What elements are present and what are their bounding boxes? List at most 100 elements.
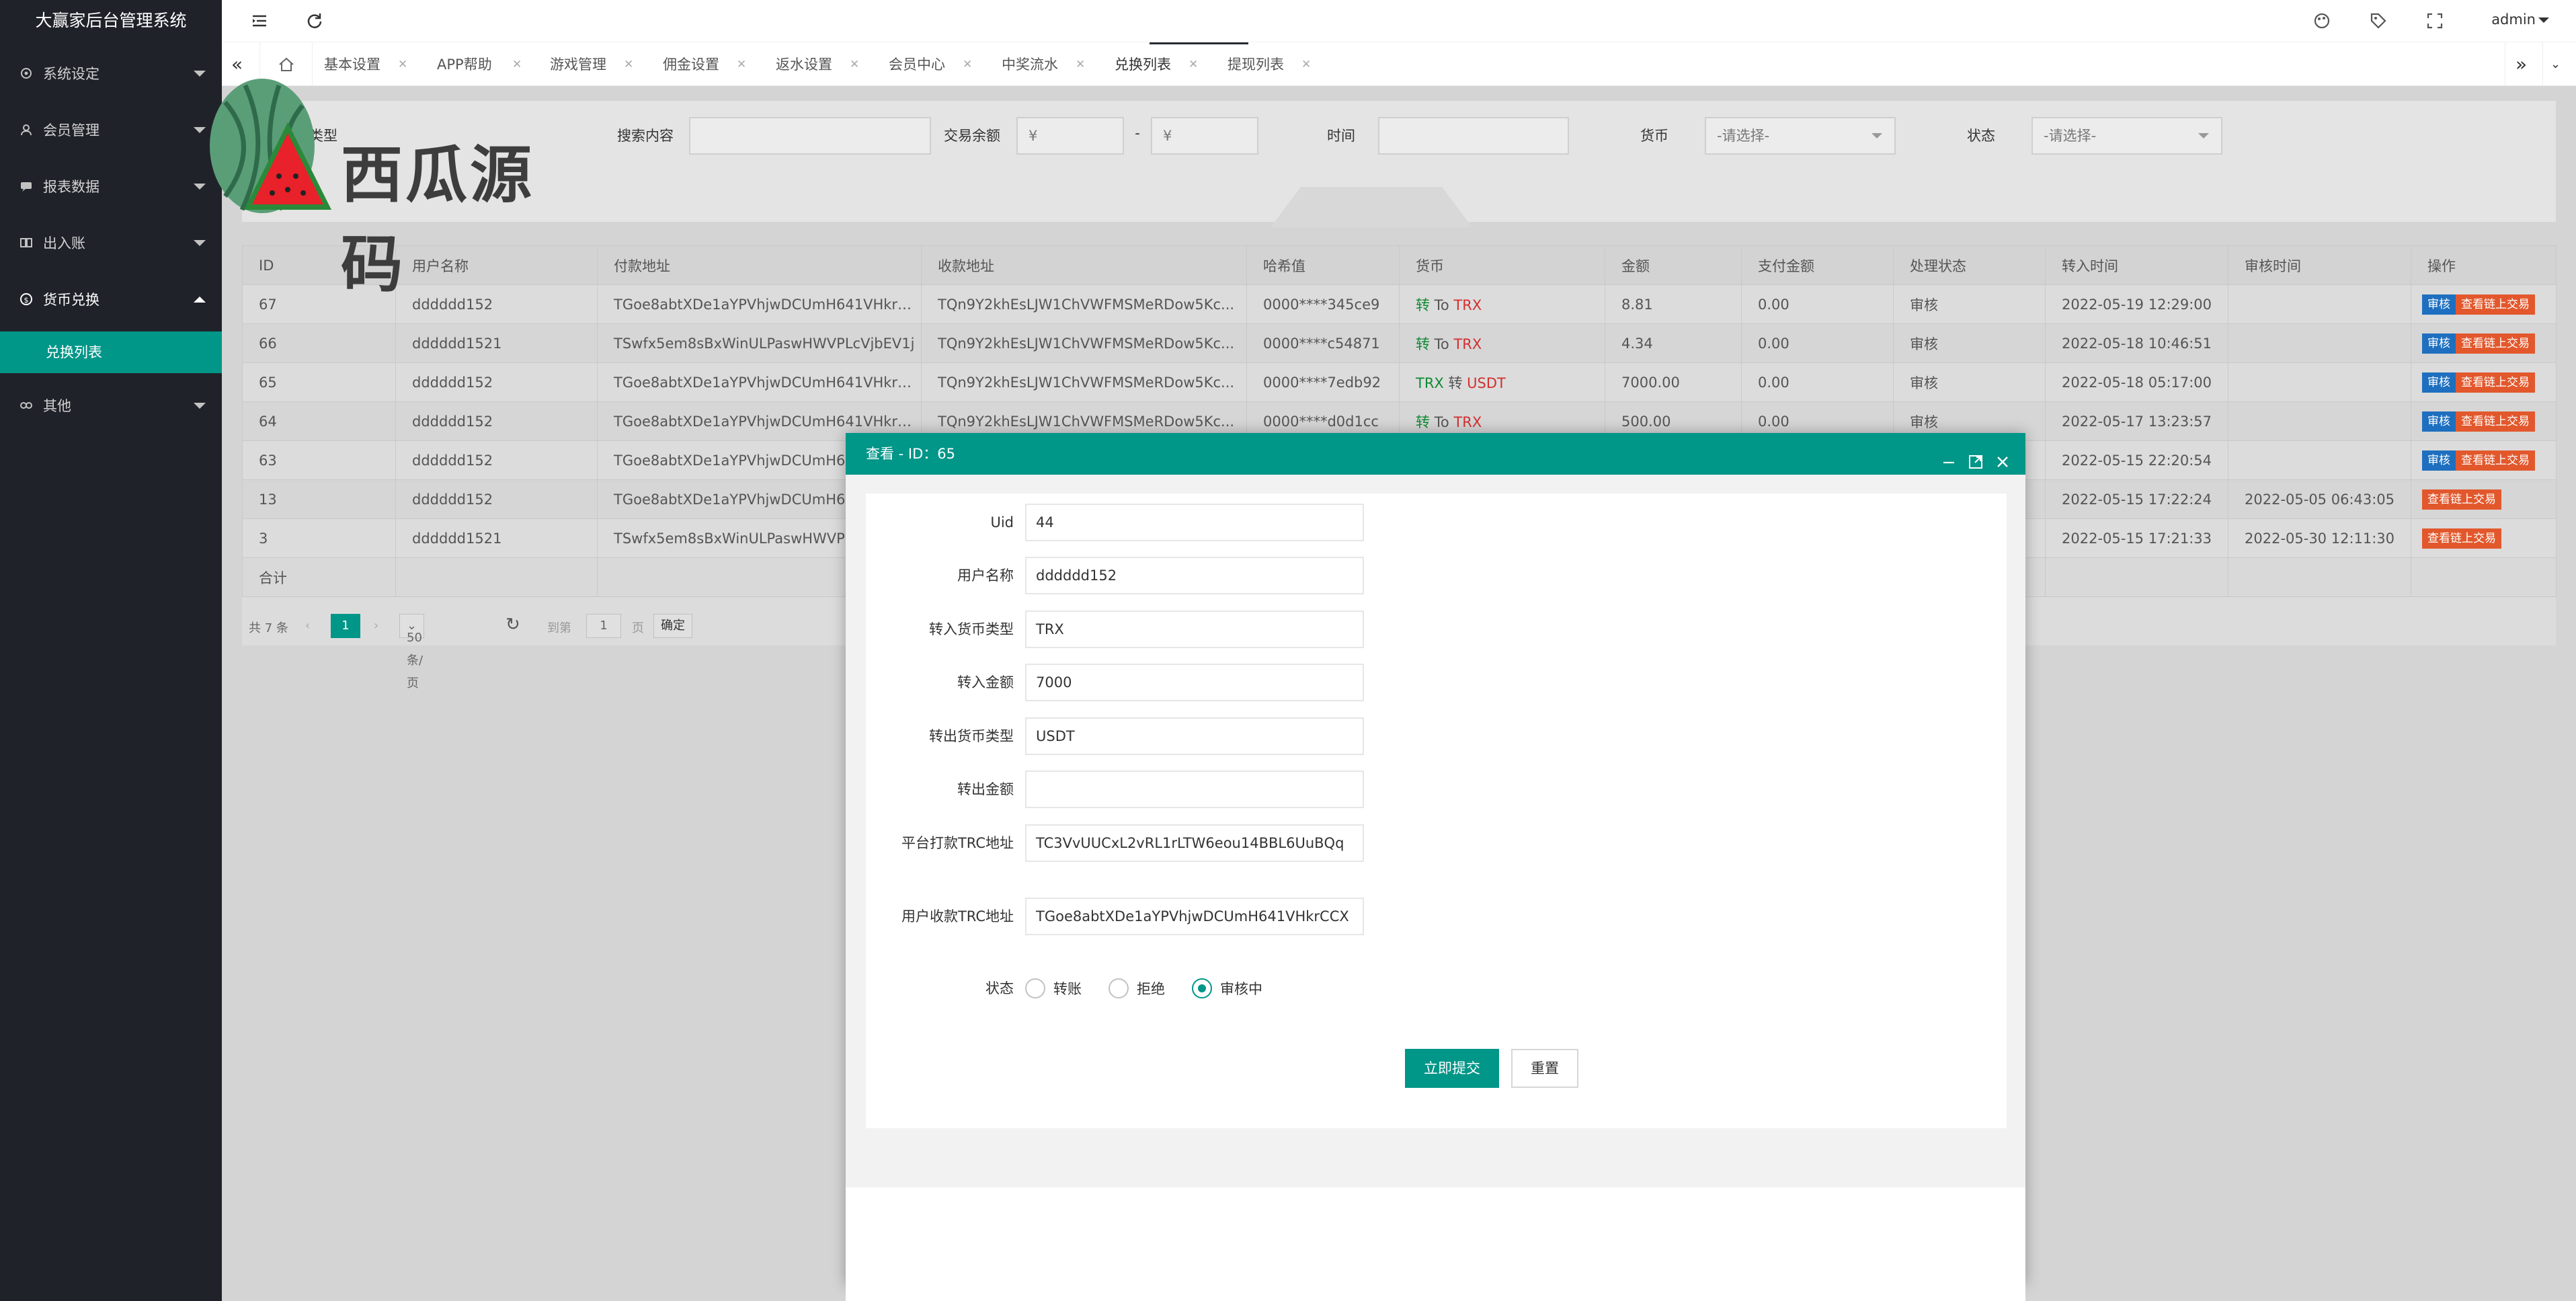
close-icon[interactable]: ✕ [1301, 42, 1311, 87]
tabs-dropdown-icon[interactable]: ⌄ [2550, 42, 2561, 87]
pager-confirm-button[interactable]: 确定 [653, 614, 692, 638]
out-currency-field[interactable]: USDT [1025, 717, 1364, 755]
close-icon[interactable]: ✕ [1189, 42, 1198, 87]
time-label: 时间 [1327, 128, 1355, 144]
currency-to: TRX [1453, 336, 1482, 352]
cell-id: 3 [242, 518, 396, 558]
platform-trc-address-field[interactable]: TC3VvUUCxL2vRL1rLTW6eou14BBL6UuBQq [1025, 824, 1364, 862]
search-button-shadow [1271, 187, 1472, 227]
review-button[interactable]: 审核 [2422, 411, 2456, 432]
minimize-icon[interactable] [1940, 445, 1958, 464]
close-icon[interactable]: ✕ [1076, 42, 1085, 87]
currency-select[interactable]: -请选择- [1705, 117, 1896, 155]
view-chain-tx-button[interactable]: 查看链上交易 [2422, 489, 2501, 510]
home-icon[interactable] [277, 55, 296, 74]
column-header[interactable]: 哈希值 [1246, 245, 1400, 285]
close-icon[interactable]: ✕ [624, 42, 633, 87]
column-header[interactable]: 金额 [1605, 245, 1742, 285]
in-currency-field[interactable]: TRX [1025, 610, 1364, 648]
tab-commission-settings[interactable]: 佣金设置 ✕ [663, 42, 746, 87]
status-select[interactable]: -请选择- [2031, 117, 2222, 155]
table-row[interactable]: 66 dddddd1521 TSwfx5em8sBxWinULPaswHWVPLcV… [242, 323, 2557, 363]
column-header[interactable]: 收款地址 [921, 245, 1247, 285]
review-button[interactable]: 审核 [2422, 450, 2456, 471]
view-chain-tx-button[interactable]: 查看链上交易 [2456, 450, 2535, 471]
user-trc-address-field[interactable]: TGoe8abtXDe1aYPVhjwDCUmH641VHkrCCX [1025, 898, 1364, 935]
column-header[interactable]: 付款地址 [597, 245, 922, 285]
fullscreen-icon[interactable] [2425, 11, 2444, 30]
pager-goto-input[interactable]: 1 [586, 614, 621, 638]
tabs-scroll-right-icon[interactable]: » [2515, 42, 2527, 87]
close-icon[interactable]: ✕ [850, 42, 859, 87]
column-header[interactable]: 转入时间 [2045, 245, 2228, 285]
amount-max-input[interactable]: ¥ [1151, 117, 1258, 155]
tab-rebate-settings[interactable]: 返水设置 ✕ [776, 42, 859, 87]
chat-icon [19, 179, 34, 194]
pager-prev-icon[interactable]: ‹ [305, 619, 310, 633]
pager-current-page[interactable]: 1 [331, 614, 360, 638]
column-header[interactable]: 支付金额 [1741, 245, 1894, 285]
table-row[interactable]: 65 dddddd152 TGoe8abtXDe1aYPVhjwDCUmH641VH… [242, 362, 2557, 402]
currency-to: TRX [1453, 413, 1482, 430]
sidebar-subitem-exchange-list[interactable]: 兑换列表 [0, 331, 222, 373]
reset-button[interactable]: 重置 [1511, 1049, 1578, 1088]
column-header[interactable]: 操作 [2411, 245, 2557, 285]
in-amount-field[interactable]: 7000 [1025, 664, 1364, 701]
amount-min-input[interactable]: ¥ [1016, 117, 1124, 155]
view-chain-tx-button[interactable]: 查看链上交易 [2456, 333, 2535, 354]
sidebar-item-members[interactable]: 会员管理 [0, 102, 222, 158]
table-cell [395, 557, 598, 597]
view-chain-tx-button[interactable]: 查看链上交易 [2456, 294, 2535, 315]
cell-user: dddddd1521 [395, 323, 598, 363]
review-button[interactable]: 审核 [2422, 294, 2456, 315]
pager-next-icon[interactable]: › [374, 619, 378, 633]
radio-checked-icon [1192, 978, 1212, 998]
out-amount-field[interactable] [1025, 771, 1364, 808]
uid-field[interactable]: 44 [1025, 504, 1364, 541]
cell-in-time: 2022-05-19 12:29:00 [2045, 284, 2228, 324]
review-button[interactable]: 审核 [2422, 372, 2456, 393]
column-header[interactable]: 货币 [1399, 245, 1605, 285]
close-icon[interactable]: ✕ [963, 42, 972, 87]
maximize-icon[interactable] [1967, 445, 1984, 469]
sidebar-item-reports[interactable]: 报表数据 [0, 158, 222, 214]
time-input[interactable] [1378, 117, 1569, 155]
tab-member-center[interactable]: 会员中心 ✕ [889, 42, 972, 87]
user-menu[interactable]: admin [2491, 11, 2536, 28]
table-row[interactable]: 67 dddddd152 TGoe8abtXDe1aYPVhjwDCUmH641VH… [242, 284, 2557, 324]
tab-withdraw-list[interactable]: 提现列表 ✕ [1227, 42, 1311, 87]
tag-icon[interactable] [2369, 11, 2388, 30]
username-field[interactable]: dddddd152 [1025, 557, 1364, 594]
sidebar-item-other[interactable]: 其他 [0, 377, 222, 434]
view-chain-tx-button[interactable]: 查看链上交易 [2456, 411, 2535, 432]
close-icon[interactable] [1994, 445, 2011, 467]
currency-from: TRX [1416, 374, 1444, 391]
search-content-input[interactable] [689, 117, 931, 155]
menu-toggle-icon[interactable] [250, 11, 269, 30]
sidebar-item-currency-exchange[interactable]: $ 货币兑换 [0, 271, 222, 327]
submit-button[interactable]: 立即提交 [1405, 1049, 1499, 1088]
view-chain-tx-button[interactable]: 查看链上交易 [2422, 528, 2501, 549]
close-icon[interactable]: ✕ [737, 42, 746, 87]
pager-page-size-select[interactable]: 50 条/页 ⌄ [399, 614, 425, 691]
tab-winning-records[interactable]: 中奖流水 ✕ [1002, 42, 1085, 87]
theme-icon[interactable] [2312, 11, 2331, 30]
view-chain-tx-button[interactable]: 查看链上交易 [2456, 372, 2535, 393]
refresh-icon[interactable] [305, 11, 324, 30]
sidebar-item-accounts[interactable]: 出入账 [0, 214, 222, 271]
column-header[interactable]: 审核时间 [2228, 245, 2411, 285]
sidebar-item-system-settings[interactable]: 系统设定 [0, 45, 222, 102]
book-icon [19, 235, 34, 250]
search-content-label: 搜索内容 [617, 128, 674, 144]
review-button[interactable]: 审核 [2422, 333, 2456, 354]
column-header[interactable]: 处理状态 [1893, 245, 2046, 285]
status-radio-reject[interactable]: 拒绝 [1109, 978, 1165, 998]
cell-user: dddddd152 [395, 440, 598, 480]
modal-title: 查看 - ID：65 [866, 446, 956, 462]
status-radio-reviewing[interactable]: 审核中 [1192, 978, 1262, 998]
cell-in-time: 2022-05-15 17:22:24 [2045, 479, 2228, 519]
status-radio-transfer[interactable]: 转账 [1025, 978, 1082, 998]
tab-exchange-list[interactable]: 兑换列表 ✕ [1115, 42, 1198, 87]
cell-actions: 审核 查看链上交易 [2411, 440, 2557, 480]
pager-refresh-icon[interactable]: ↻ [506, 615, 520, 635]
